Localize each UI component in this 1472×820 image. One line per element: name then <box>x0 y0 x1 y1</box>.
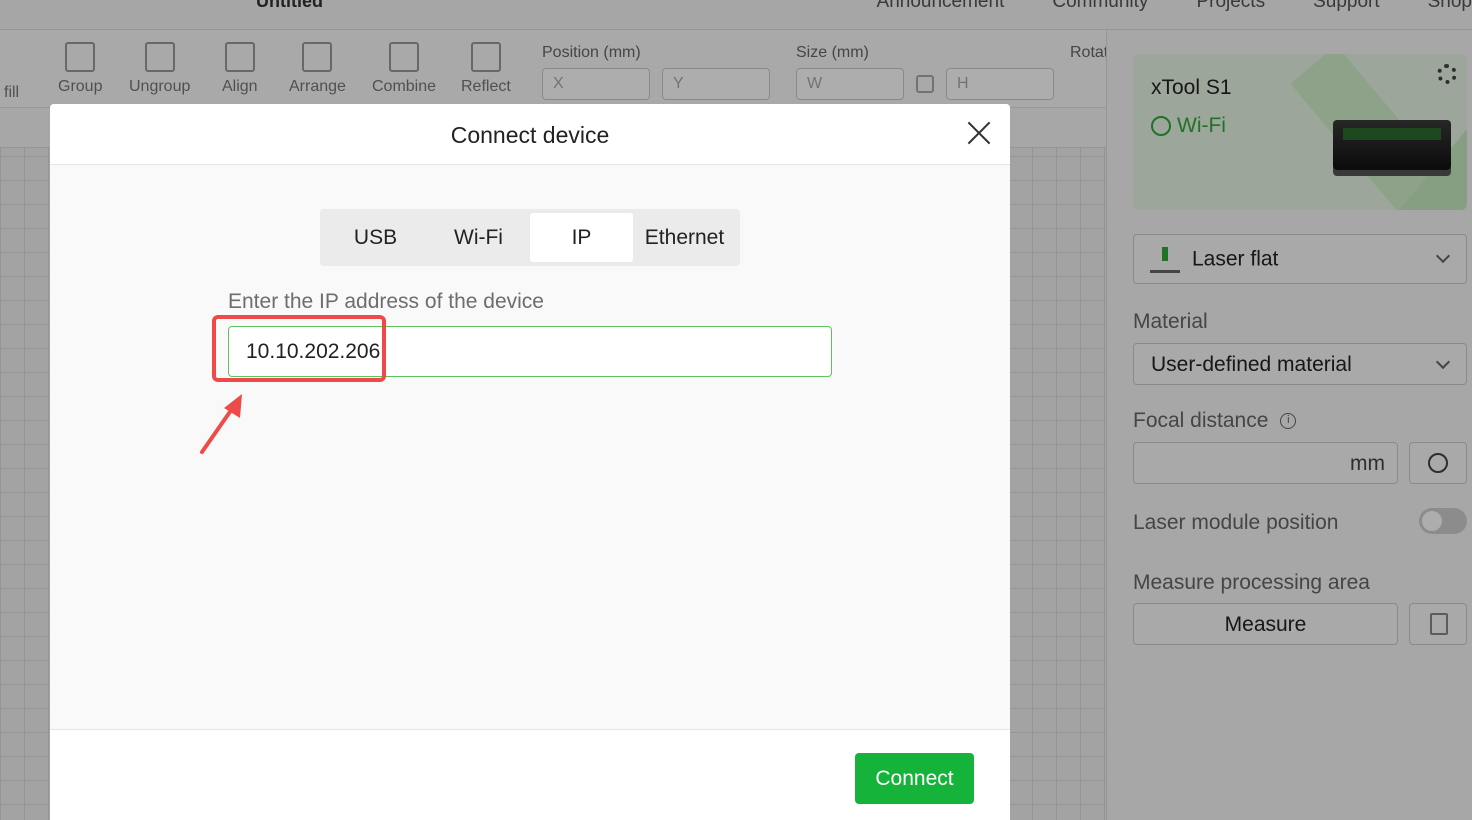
ip-address-input[interactable] <box>228 326 832 377</box>
ip-address-label: Enter the IP address of the device <box>228 290 544 313</box>
dialog-header: Connect device <box>50 104 1010 165</box>
dialog-footer: Connect <box>50 729 1010 820</box>
connect-button[interactable]: Connect <box>855 753 974 804</box>
connect-device-dialog: Connect device USB Wi-Fi IP Ethernet Ent… <box>50 104 1010 820</box>
tab-usb[interactable]: USB <box>324 213 427 262</box>
connection-tabs: USB Wi-Fi IP Ethernet <box>320 209 740 266</box>
dialog-title: Connect device <box>450 122 610 148</box>
tab-ip[interactable]: IP <box>530 213 633 262</box>
close-icon[interactable] <box>966 120 992 146</box>
tab-wifi[interactable]: Wi-Fi <box>427 213 530 262</box>
tab-ethernet[interactable]: Ethernet <box>633 213 736 262</box>
